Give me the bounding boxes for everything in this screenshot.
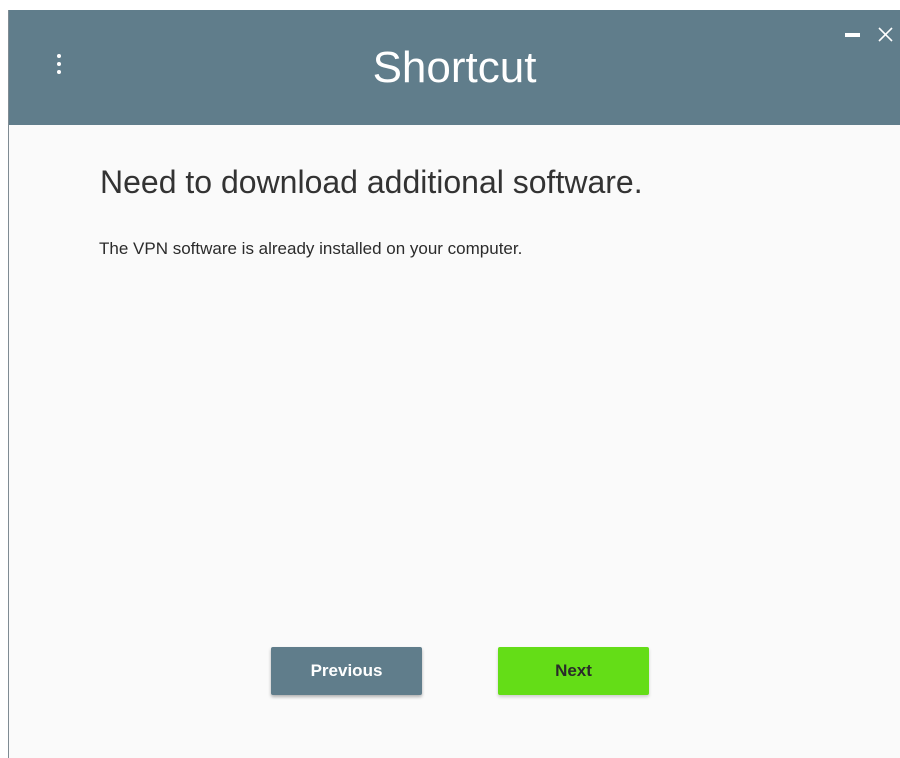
minimize-icon[interactable] [845,27,861,41]
page-description: The VPN software is already installed on… [99,239,523,258]
page-heading: Need to download additional software. [100,164,643,200]
previous-button[interactable]: Previous [271,647,422,695]
app-window: Shortcut Need to download additional sof… [8,10,900,758]
title-bar: Shortcut [9,10,900,125]
window-title: Shortcut [372,43,537,92]
next-button[interactable]: Next [498,647,649,695]
close-icon[interactable] [875,24,897,46]
